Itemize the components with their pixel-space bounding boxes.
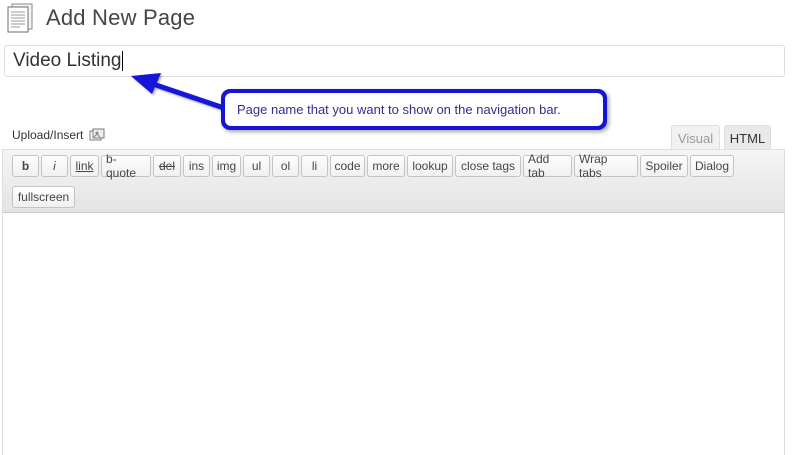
ins-button[interactable]: ins (183, 155, 210, 177)
page-document-icon (7, 3, 33, 33)
tab-visual[interactable]: Visual (671, 125, 720, 150)
editor-container: b i link b-quote del ins img ul ol li co… (2, 149, 785, 455)
blockquote-button[interactable]: b-quote (101, 152, 151, 180)
quicktags-toolbar: b i link b-quote del ins img ul ol li co… (3, 150, 784, 213)
fullscreen-button[interactable]: fullscreen (12, 186, 75, 208)
add-tab-button[interactable]: Add tab (523, 152, 572, 180)
code-button[interactable]: code (330, 155, 365, 177)
callout-text: Page name that you want to show on the n… (225, 93, 603, 126)
page-title: Add New Page (46, 5, 196, 30)
upload-insert-label[interactable]: Upload/Insert (12, 128, 83, 142)
content-textarea[interactable] (3, 213, 784, 455)
tab-html[interactable]: HTML (724, 125, 771, 150)
add-media-icon[interactable] (89, 128, 105, 142)
ul-button[interactable]: ul (243, 155, 270, 177)
page-title-input[interactable]: Video Listing (4, 45, 785, 77)
li-button[interactable]: li (301, 155, 328, 177)
link-button[interactable]: link (70, 155, 99, 177)
wrap-tabs-button[interactable]: Wrap tabs (574, 152, 638, 180)
ol-button[interactable]: ol (272, 155, 299, 177)
text-caret (122, 51, 124, 71)
more-button[interactable]: more (367, 155, 405, 177)
spoiler-button[interactable]: Spoiler (640, 155, 688, 177)
upload-insert-row[interactable]: Upload/Insert (12, 128, 105, 142)
lookup-button[interactable]: lookup (407, 155, 453, 177)
page-title-input-value: Video Listing (13, 50, 122, 71)
bold-button[interactable]: b (12, 155, 39, 177)
del-button[interactable]: del (153, 155, 181, 177)
dialog-button[interactable]: Dialog (690, 155, 734, 177)
close-tags-button[interactable]: close tags (455, 155, 521, 177)
italic-button[interactable]: i (41, 155, 68, 177)
img-button[interactable]: img (212, 155, 241, 177)
add-new-page-screen: Add New Page Video Listing Page name tha… (0, 0, 793, 455)
callout-tooltip: Page name that you want to show on the n… (221, 89, 607, 130)
page-header: Add New Page (6, 2, 195, 34)
